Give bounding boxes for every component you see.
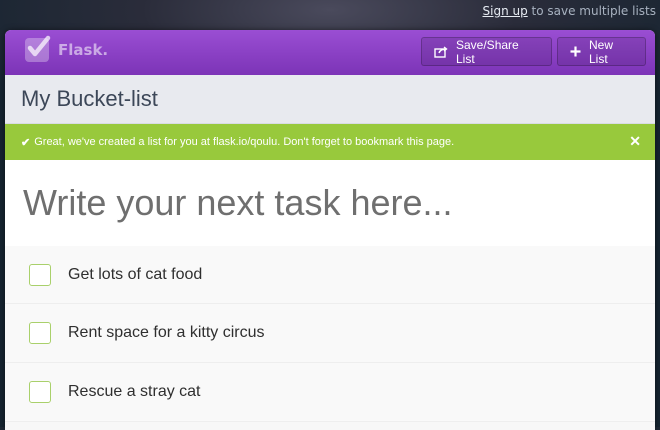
signup-prompt: Sign up to save multiple lists: [483, 4, 657, 18]
logo[interactable]: Flask.: [25, 35, 109, 62]
signup-prompt-text: to save multiple lists: [527, 4, 656, 18]
task-list: Get lots of cat food Rent space for a ki…: [5, 246, 655, 422]
close-icon[interactable]: ✕: [629, 133, 641, 150]
new-list-button[interactable]: New List: [557, 37, 646, 66]
task-row: Rent space for a kitty circus: [5, 304, 655, 363]
task-checkbox[interactable]: [29, 263, 51, 286]
notice-text: Great, we've created a list for you at f…: [34, 136, 455, 148]
new-task-input[interactable]: [21, 181, 655, 225]
list-title-bar: My Bucket-list: [5, 75, 655, 124]
save-share-label: Save/Share List: [456, 37, 519, 66]
checkmark-icon: ✔: [21, 136, 31, 149]
task-checkbox[interactable]: [29, 381, 51, 403]
app-panel: Flask. Save/Share List New List My Bucke…: [5, 30, 655, 430]
save-share-button[interactable]: Save/Share List: [421, 37, 552, 66]
task-row: Rescue a stray cat: [5, 363, 655, 422]
task-row: Get lots of cat food: [5, 246, 655, 304]
list-title[interactable]: My Bucket-list: [21, 86, 158, 112]
logo-check-icon: [25, 35, 51, 62]
signup-link[interactable]: Sign up: [483, 4, 528, 18]
share-icon: [434, 45, 448, 58]
app-header: Flask. Save/Share List New List: [5, 30, 655, 75]
new-task-area: [5, 160, 655, 246]
success-notice: ✔ Great, we've created a list for you at…: [5, 124, 655, 160]
task-checkbox[interactable]: [29, 322, 51, 344]
plus-icon: [570, 46, 581, 57]
task-label[interactable]: Get lots of cat food: [68, 266, 202, 284]
task-label[interactable]: Rescue a stray cat: [68, 383, 201, 401]
new-list-label: New List: [589, 37, 614, 66]
task-label[interactable]: Rent space for a kitty circus: [68, 324, 265, 342]
logo-text: Flask.: [58, 41, 109, 59]
